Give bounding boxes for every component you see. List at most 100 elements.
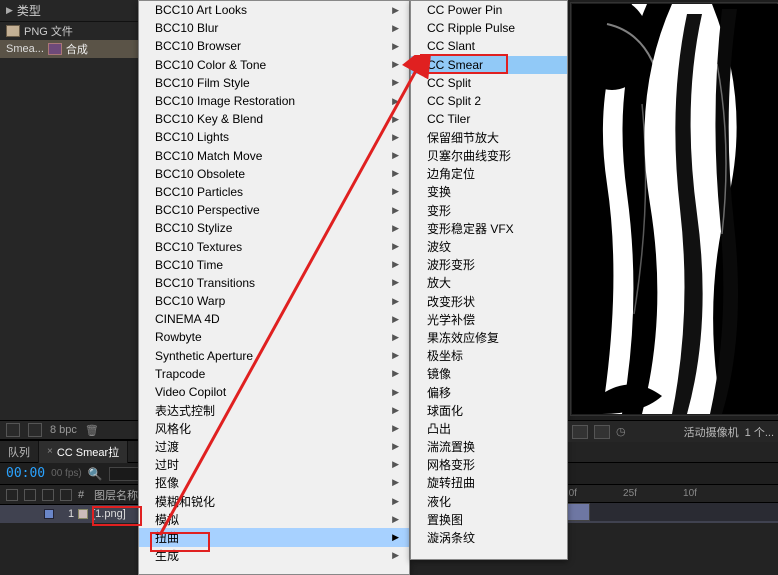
menu-item[interactable]: 变形稳定器 VFX bbox=[411, 219, 567, 237]
menu-item[interactable]: 放大 bbox=[411, 274, 567, 292]
menu-item[interactable]: 球面化 bbox=[411, 401, 567, 419]
menu-item[interactable]: BCC10 Particles▶ bbox=[139, 183, 409, 201]
menu-item[interactable]: 模拟▶ bbox=[139, 510, 409, 528]
menu-item[interactable]: 液化 bbox=[411, 492, 567, 510]
menu-item[interactable]: Video Copilot▶ bbox=[139, 383, 409, 401]
menu-item[interactable]: 凸出 bbox=[411, 419, 567, 437]
menu-item[interactable]: CINEMA 4D▶ bbox=[139, 310, 409, 328]
mask-toggle-icon[interactable] bbox=[594, 425, 610, 439]
view-count-dropdown[interactable]: 1 个... bbox=[745, 424, 774, 440]
new-folder-icon[interactable] bbox=[28, 423, 42, 437]
menu-item-label: CINEMA 4D bbox=[155, 312, 220, 326]
menu-item[interactable]: CC Tiler bbox=[411, 110, 567, 128]
menu-item[interactable]: BCC10 Film Style▶ bbox=[139, 74, 409, 92]
menu-item[interactable]: CC Split 2 bbox=[411, 92, 567, 110]
solo-column-icon[interactable] bbox=[42, 489, 54, 501]
menu-item[interactable]: 极坐标 bbox=[411, 347, 567, 365]
menu-item-label: 模糊和锐化 bbox=[155, 493, 215, 510]
menu-item-label: BCC10 Warp bbox=[155, 294, 225, 308]
menu-item[interactable]: 抠像▶ bbox=[139, 474, 409, 492]
menu-item-label: 变形 bbox=[427, 202, 451, 219]
submenu-arrow-icon: ▶ bbox=[392, 205, 399, 216]
menu-item[interactable]: 风格化▶ bbox=[139, 419, 409, 437]
menu-item[interactable]: Synthetic Aperture▶ bbox=[139, 347, 409, 365]
new-comp-icon[interactable] bbox=[6, 423, 20, 437]
tab-composition[interactable]: × CC Smear拉 bbox=[39, 441, 128, 463]
menu-item[interactable]: Trapcode▶ bbox=[139, 365, 409, 383]
menu-item[interactable]: 表达式控制▶ bbox=[139, 401, 409, 419]
menu-item[interactable]: 边角定位 bbox=[411, 165, 567, 183]
menu-item[interactable]: CC Slant bbox=[411, 37, 567, 55]
menu-item[interactable]: 扭曲▶ bbox=[139, 528, 409, 546]
menu-item[interactable]: BCC10 Lights▶ bbox=[139, 128, 409, 146]
current-time-display[interactable]: 00:00 bbox=[6, 466, 45, 481]
menu-item-label: BCC10 Film Style bbox=[155, 76, 250, 90]
menu-item-label: 漩涡条纹 bbox=[427, 529, 475, 546]
menu-item[interactable]: 漩涡条纹 bbox=[411, 528, 567, 546]
lock-column-icon[interactable] bbox=[60, 489, 72, 501]
menu-item[interactable]: 光学补偿 bbox=[411, 310, 567, 328]
disclosure-triangle-icon[interactable]: ▶ bbox=[6, 5, 13, 16]
menu-item[interactable]: BCC10 Art Looks▶ bbox=[139, 1, 409, 19]
menu-item-label: 旋转扭曲 bbox=[427, 474, 475, 491]
layer-name-column: 图层名称 bbox=[94, 487, 138, 503]
menu-item[interactable]: 镜像 bbox=[411, 365, 567, 383]
menu-item[interactable]: BCC10 Stylize▶ bbox=[139, 219, 409, 237]
menu-item[interactable]: 置换图 bbox=[411, 510, 567, 528]
menu-item[interactable]: 过渡▶ bbox=[139, 438, 409, 456]
menu-item[interactable]: BCC10 Perspective▶ bbox=[139, 201, 409, 219]
menu-item-label: BCC10 Time bbox=[155, 258, 223, 272]
menu-item[interactable]: 波形变形 bbox=[411, 256, 567, 274]
clock-icon[interactable]: ◷ bbox=[616, 425, 626, 438]
project-row[interactable]: Smea... 合成 bbox=[0, 40, 139, 58]
menu-item[interactable]: BCC10 Key & Blend▶ bbox=[139, 110, 409, 128]
menu-item[interactable]: BCC10 Textures▶ bbox=[139, 237, 409, 255]
close-tab-icon[interactable]: × bbox=[47, 446, 53, 457]
project-panel: ▶ 类型 PNG 文件 Smea... 合成 bbox=[0, 0, 140, 440]
menu-item[interactable]: BCC10 Image Restoration▶ bbox=[139, 92, 409, 110]
menu-item[interactable]: 湍流置换 bbox=[411, 438, 567, 456]
menu-item[interactable]: BCC10 Transitions▶ bbox=[139, 274, 409, 292]
menu-item[interactable]: CC Ripple Pulse bbox=[411, 19, 567, 37]
camera-dropdown[interactable]: 活动摄像机 bbox=[684, 424, 739, 440]
menu-item[interactable]: 过时▶ bbox=[139, 456, 409, 474]
menu-item[interactable]: BCC10 Obsolete▶ bbox=[139, 165, 409, 183]
menu-item[interactable]: 生成▶ bbox=[139, 547, 409, 565]
composition-preview[interactable] bbox=[572, 4, 778, 414]
menu-item[interactable]: CC Split bbox=[411, 74, 567, 92]
menu-item[interactable]: BCC10 Browser▶ bbox=[139, 37, 409, 55]
trash-icon[interactable]: 🗑 bbox=[85, 424, 99, 437]
menu-item[interactable]: 旋转扭曲 bbox=[411, 474, 567, 492]
bpc-label[interactable]: 8 bpc bbox=[50, 424, 77, 436]
menu-item[interactable]: 偏移 bbox=[411, 383, 567, 401]
menu-item[interactable]: BCC10 Match Move▶ bbox=[139, 147, 409, 165]
menu-item[interactable]: BCC10 Warp▶ bbox=[139, 292, 409, 310]
menu-item[interactable]: CC Power Pin bbox=[411, 1, 567, 19]
visibility-column-icon[interactable] bbox=[6, 489, 18, 501]
menu-item[interactable]: BCC10 Color & Tone▶ bbox=[139, 56, 409, 74]
menu-item[interactable]: 改变形状 bbox=[411, 292, 567, 310]
menu-item[interactable]: BCC10 Blur▶ bbox=[139, 19, 409, 37]
grid-toggle-icon[interactable] bbox=[572, 425, 588, 439]
search-icon[interactable]: 🔍 bbox=[88, 467, 103, 481]
menu-item-label: 湍流置换 bbox=[427, 438, 475, 455]
menu-item[interactable]: CC Smear bbox=[411, 56, 567, 74]
menu-item-label: BCC10 Blur bbox=[155, 21, 218, 35]
menu-item[interactable]: 模糊和锐化▶ bbox=[139, 492, 409, 510]
project-row[interactable]: PNG 文件 bbox=[0, 22, 139, 40]
tab-render-queue[interactable]: 队列 bbox=[0, 441, 39, 463]
menu-item[interactable]: BCC10 Time▶ bbox=[139, 256, 409, 274]
layer-color-swatch[interactable] bbox=[44, 509, 54, 519]
menu-item[interactable]: 波纹 bbox=[411, 237, 567, 255]
menu-item[interactable]: 变形 bbox=[411, 201, 567, 219]
menu-item[interactable]: 贝塞尔曲线变形 bbox=[411, 147, 567, 165]
menu-item-label: 生成 bbox=[155, 547, 179, 564]
menu-item[interactable]: Rowbyte▶ bbox=[139, 328, 409, 346]
menu-item[interactable]: 网格变形 bbox=[411, 456, 567, 474]
audio-column-icon[interactable] bbox=[24, 489, 36, 501]
menu-item[interactable]: 变换 bbox=[411, 183, 567, 201]
menu-item-label: 过渡 bbox=[155, 438, 179, 455]
menu-item[interactable]: 果冻效应修复 bbox=[411, 328, 567, 346]
menu-item[interactable]: 保留细节放大 bbox=[411, 128, 567, 146]
submenu-arrow-icon: ▶ bbox=[392, 405, 399, 416]
